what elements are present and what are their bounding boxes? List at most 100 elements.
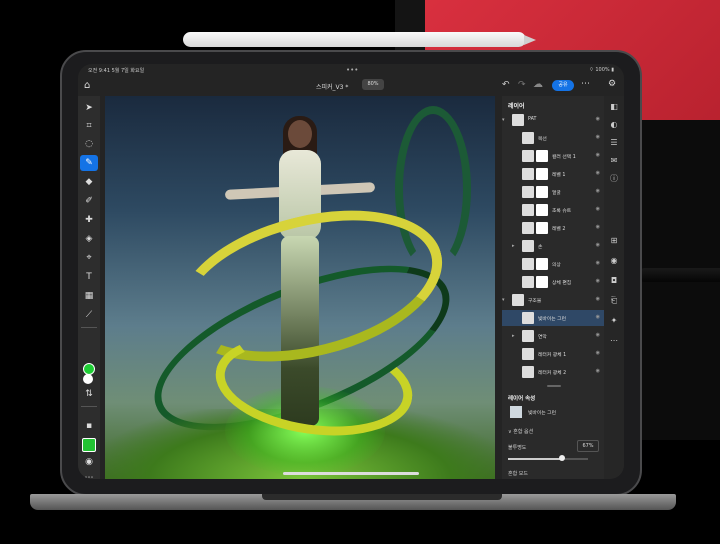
paint-icon[interactable]: ✐: [80, 193, 98, 209]
comments-icon[interactable]: ✉: [606, 154, 622, 168]
layer-row[interactable]: 초록 슈트 ◉: [502, 202, 604, 218]
layer-row[interactable]: 빛바이는 그런 ◉: [502, 310, 604, 326]
eraser-icon[interactable]: ◆: [80, 174, 98, 190]
battery-text: 100%: [595, 67, 610, 73]
adjust-icon[interactable]: ◐: [606, 118, 622, 132]
blend-mode-label[interactable]: 혼합 모드: [508, 470, 528, 477]
layer-row[interactable]: ▾ 구조물 ◉: [502, 292, 604, 308]
fill-icon[interactable]: ◈: [80, 231, 98, 247]
cloud-icon[interactable]: ☁: [533, 79, 543, 90]
properties-icon[interactable]: ☰: [606, 136, 622, 150]
eye-icon[interactable]: ◉: [596, 314, 600, 320]
figure-head: [288, 120, 312, 148]
tools-more-icon[interactable]: ⋯: [80, 470, 98, 479]
expand-icon[interactable]: ▸: [512, 243, 515, 249]
opacity-slider-knob[interactable]: [558, 455, 565, 461]
layer-mask-thumbnail: [536, 276, 548, 288]
image-icon[interactable]: ▦: [80, 288, 98, 304]
brush-icon[interactable]: ✎: [80, 155, 98, 171]
status-time: 오전 9:41 5월 7일 화요일: [88, 67, 144, 74]
layer-thumbnail: [522, 150, 534, 162]
layer-thumbnail: [522, 258, 534, 270]
clip-icon[interactable]: ⎗: [606, 294, 622, 308]
multitask-dots-icon[interactable]: •••: [346, 67, 358, 74]
tool-separator: [81, 406, 97, 407]
eye-icon[interactable]: ◉: [596, 242, 600, 248]
blend-options-label: 혼합 옵션: [513, 429, 534, 435]
document-title[interactable]: 스피커_V3 *: [316, 82, 348, 91]
eye-icon[interactable]: ◉: [596, 206, 600, 212]
eye-icon[interactable]: ◉: [596, 116, 600, 122]
properties-layer-thumbnail: [510, 406, 522, 418]
eye-icon[interactable]: ◉: [596, 170, 600, 176]
layer-row[interactable]: ▸ 연막 ◉: [502, 328, 604, 344]
eye-icon[interactable]: ◉: [596, 332, 600, 338]
eye-icon[interactable]: ◉: [596, 188, 600, 194]
layer-row[interactable]: 레벨 1 ◉: [502, 166, 604, 182]
eye-icon[interactable]: ◉: [596, 260, 600, 266]
add-layer-icon[interactable]: ⊞: [606, 234, 622, 248]
layer-thumbnail: [522, 348, 534, 360]
eye-icon[interactable]: ◉: [596, 278, 600, 284]
layer-mask-thumbnail: [536, 222, 548, 234]
fx-icon[interactable]: ✦: [606, 314, 622, 328]
layer-row[interactable]: 의상 ◉: [502, 256, 604, 272]
layers-icon[interactable]: ◧: [606, 100, 622, 114]
undo-icon[interactable]: ↶: [502, 80, 510, 90]
settings-icon[interactable]: ⚙: [608, 79, 616, 89]
blend-options-section[interactable]: ∨ 혼합 옵션: [508, 428, 533, 435]
layer-thumbnail: [522, 330, 534, 342]
artwork-canvas[interactable]: [105, 96, 495, 479]
more-options-icon[interactable]: ⋯: [606, 334, 622, 348]
panel-resize-handle[interactable]: [547, 385, 561, 387]
layers-panel-title: 레이어: [508, 103, 525, 110]
collapse-icon[interactable]: ▾: [502, 297, 505, 303]
layer-row[interactable]: 레벨 2 ◉: [502, 220, 604, 236]
type-icon[interactable]: T: [80, 269, 98, 285]
visibility-icon[interactable]: ◉: [606, 254, 622, 268]
layer-thumbnail: [512, 294, 524, 306]
properties-layer-name: 빛바이는 그런: [528, 411, 557, 416]
layer-mask-thumbnail: [536, 204, 548, 216]
eye-icon[interactable]: ◉: [596, 134, 600, 140]
eye-icon[interactable]: ◉: [596, 296, 600, 302]
layer-row[interactable]: 레터커 광체 1 ◉: [502, 346, 604, 362]
layer-row[interactable]: 상체 편집 ◉: [502, 274, 604, 290]
crop-icon[interactable]: ⌖: [80, 250, 98, 266]
transform-icon[interactable]: ⌗: [80, 118, 98, 134]
layer-row[interactable]: 얼굴 ◉: [502, 184, 604, 200]
redo-icon[interactable]: ↷: [518, 80, 526, 90]
home-icon[interactable]: ⌂: [84, 80, 90, 91]
eye-icon[interactable]: ◉: [596, 350, 600, 356]
more-icon[interactable]: ⋯: [581, 79, 590, 89]
heal-icon[interactable]: ✚: [80, 212, 98, 228]
info-icon[interactable]: ⓘ: [606, 172, 622, 186]
opacity-slider[interactable]: [508, 455, 588, 461]
layer-row[interactable]: 컬러 선택 1 ◉: [502, 148, 604, 164]
layer-name: 의상: [552, 263, 561, 268]
mask-icon[interactable]: ◘: [606, 274, 622, 288]
layer-row[interactable]: ▸ 손 ◉: [502, 238, 604, 254]
opacity-value[interactable]: 67%: [577, 440, 599, 452]
move-icon[interactable]: ➤: [80, 100, 98, 116]
layer-row[interactable]: 레터커 광체 2 ◉: [502, 364, 604, 380]
brush-color-swatch[interactable]: [82, 438, 96, 452]
expand-icon[interactable]: ▸: [512, 333, 515, 339]
lasso-icon[interactable]: ◌: [80, 136, 98, 152]
layer-name: 레터커 광체 1: [538, 353, 567, 358]
layer-row[interactable]: ▾ PAT ◉: [502, 112, 604, 128]
background-color-swatch[interactable]: [83, 374, 93, 384]
eye-icon[interactable]: ◉: [596, 152, 600, 158]
eye-icon[interactable]: ◉: [596, 224, 600, 230]
properties-layer[interactable]: 빛바이는 그런: [506, 404, 600, 420]
layer-row[interactable]: 목선 ◉: [502, 130, 604, 146]
brush-options-icon[interactable]: ◉: [80, 454, 98, 470]
eyedropper-icon[interactable]: ⟋: [80, 307, 98, 323]
zoom-level[interactable]: 80%: [362, 79, 384, 90]
collapse-icon[interactable]: ▾: [502, 117, 505, 123]
brush-size-icon[interactable]: ▪: [80, 418, 98, 434]
swap-icon[interactable]: ⇅: [80, 386, 98, 402]
layer-thumbnail: [522, 204, 534, 216]
eye-icon[interactable]: ◉: [596, 368, 600, 374]
share-button[interactable]: 공유: [552, 80, 574, 91]
